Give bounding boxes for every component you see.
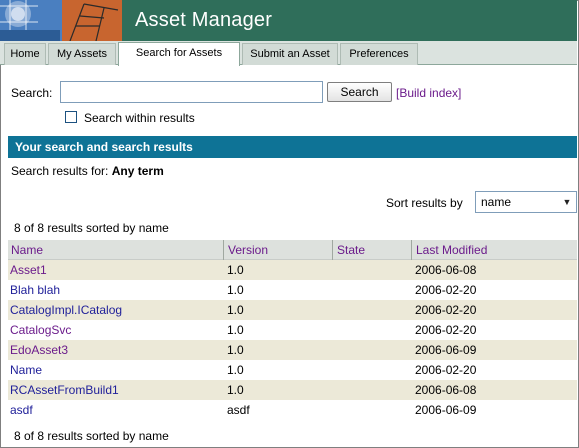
results-for-value: Any term [111,164,164,178]
row-last-modified: 2006-06-08 [415,263,477,277]
table-row: RCAssetFromBuild1 1.0 2006-06-08 [8,380,577,400]
row-version: 1.0 [227,383,244,397]
column-header-version[interactable]: Version [225,240,333,260]
tab-bar: Home My Assets Search for Assets Submit … [0,41,577,66]
row-version: 1.0 [227,263,244,277]
results-for: Search results for: Any term [11,164,164,178]
tab-my-assets[interactable]: My Assets [48,43,116,65]
table-row: asdf asdf 2006-06-09 [8,400,577,420]
row-name-link[interactable]: CatalogImpl.ICatalog [10,300,122,320]
chevron-down-icon[interactable]: ▼ [560,194,574,210]
app-header: Asset Manager [0,0,577,41]
tab-search-for-assets[interactable]: Search for Assets [118,42,240,66]
search-within-label: Search within results [84,111,195,125]
table-row: EdoAsset3 1.0 2006-06-09 [8,340,577,360]
tab-preferences[interactable]: Preferences [340,43,418,65]
column-header-name[interactable]: Name [8,240,224,260]
results-count-top: 8 of 8 results sorted by name [14,221,169,235]
sort-select[interactable]: name ▼ [475,191,577,213]
asset-manager-logo [0,0,122,41]
row-version: 1.0 [227,343,244,357]
tab-home[interactable]: Home [4,43,46,65]
results-table: Name Version State Last Modified Asset1 … [8,240,577,420]
row-version: 1.0 [227,363,244,377]
row-last-modified: 2006-06-09 [415,403,477,417]
build-index-link[interactable]: [Build index] [396,86,461,100]
results-for-label: Search results for: [11,164,109,178]
table-row: Name 1.0 2006-02-20 [8,360,577,380]
results-count-bottom: 8 of 8 results sorted by name [14,429,169,443]
search-label: Search: [11,86,53,100]
row-name-link[interactable]: EdoAsset3 [10,340,68,360]
column-header-state[interactable]: State [334,240,412,260]
row-last-modified: 2006-02-20 [415,363,477,377]
row-version: 1.0 [227,323,244,337]
table-row: Blah blah 1.0 2006-02-20 [8,280,577,300]
table-row: CatalogImpl.ICatalog 1.0 2006-02-20 [8,300,577,320]
row-version: asdf [227,403,250,417]
row-last-modified: 2006-06-08 [415,383,477,397]
row-name-link[interactable]: RCAssetFromBuild1 [10,380,119,400]
row-last-modified: 2006-02-20 [415,303,477,317]
tab-submit-an-asset[interactable]: Submit an Asset [242,43,338,65]
table-header: Name Version State Last Modified [8,240,577,260]
sort-selected-value: name [481,195,512,209]
row-version: 1.0 [227,303,244,317]
row-version: 1.0 [227,283,244,297]
column-header-last-modified[interactable]: Last Modified [413,240,577,260]
table-row: CatalogSvc 1.0 2006-02-20 [8,320,577,340]
row-last-modified: 2006-02-20 [415,323,477,337]
search-input[interactable] [60,81,323,103]
search-button[interactable]: Search [327,82,392,102]
search-within-checkbox[interactable] [65,111,77,123]
table-row: Asset1 1.0 2006-06-08 [8,260,577,280]
row-name-link[interactable]: CatalogSvc [10,320,71,340]
row-name-link[interactable]: Name [10,360,42,380]
row-last-modified: 2006-06-09 [415,343,477,357]
row-last-modified: 2006-02-20 [415,283,477,297]
row-name-link[interactable]: asdf [10,400,33,420]
sort-label: Sort results by [386,196,463,210]
app-title: Asset Manager [135,9,273,31]
results-section-title: Your search and search results [8,136,577,158]
row-name-link[interactable]: Blah blah [10,280,60,300]
row-name-link[interactable]: Asset1 [10,260,47,280]
